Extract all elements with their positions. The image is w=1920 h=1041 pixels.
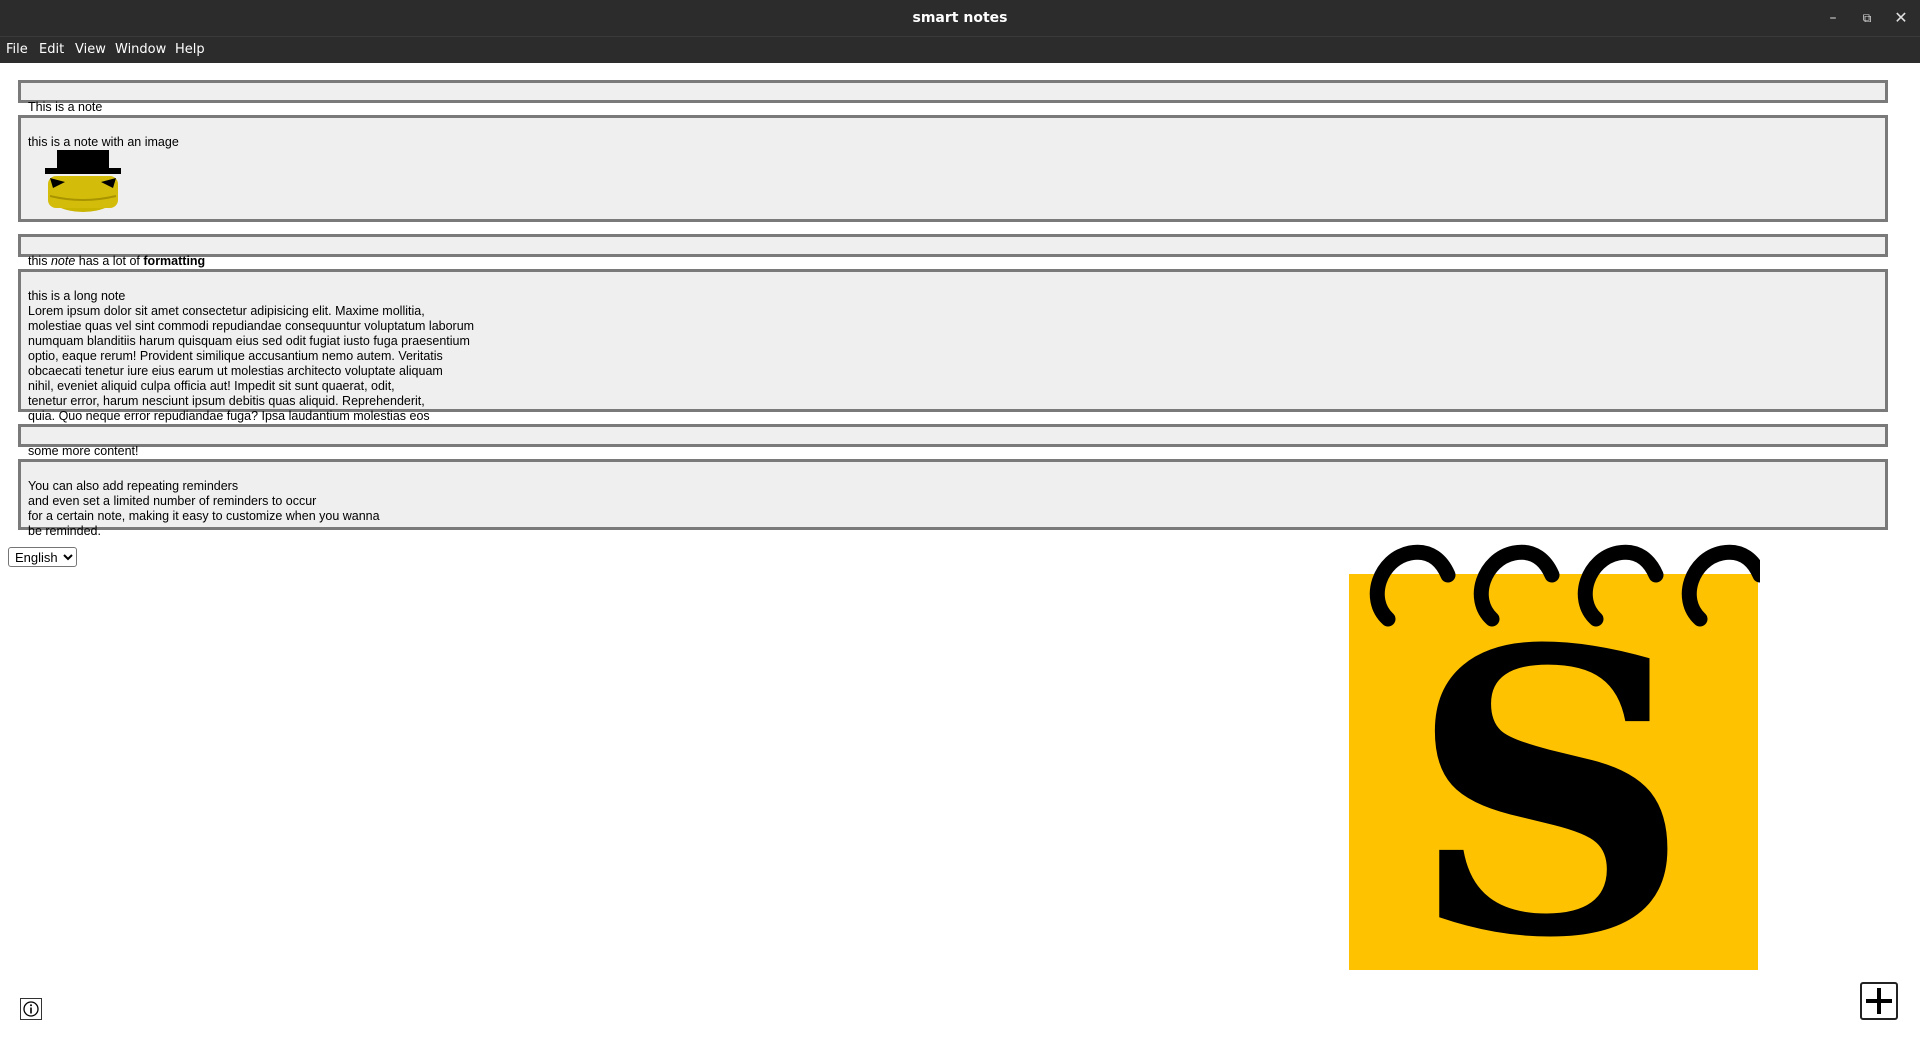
menu-bar: File Edit View Window Help [0,36,1920,63]
note-text: this is a note with an image [28,135,179,149]
hat-face-picture [45,150,121,212]
menu-help[interactable]: Help [175,41,205,59]
menu-view[interactable]: View [75,41,106,59]
note-card[interactable]: some more content! [18,424,1888,458]
note-text: This is a note [28,100,103,114]
menu-file[interactable]: File [6,41,28,59]
menu-edit[interactable]: Edit [39,41,64,59]
note-card-with-image[interactable]: this is a note with an image [18,115,1888,222]
note-card[interactable]: this note has a lot of formatting [18,234,1888,268]
info-button[interactable] [20,998,42,1020]
restore-icon[interactable]: ⧉ [1857,8,1877,28]
note-text: You can also add repeating reminders and… [28,479,380,538]
window-title: smart notes [912,10,1008,26]
note-text: this is a long note Lorem ipsum dolor si… [28,289,475,423]
note-card[interactable]: this is a long note Lorem ipsum dolor si… [18,269,1888,423]
note-card[interactable]: You can also add repeating reminders and… [18,459,1888,538]
title-bar: smart notes – ⧉ ✕ [0,0,1920,36]
add-note-button[interactable] [1860,982,1898,1020]
minimize-icon[interactable]: – [1823,8,1843,28]
notes-area: This is a note this is a note with an im… [0,63,1920,1041]
plus-icon [1866,988,1892,1014]
menu-window[interactable]: Window [115,41,166,59]
info-icon [23,1001,39,1017]
note-text: some more content! [28,444,139,458]
logo-letter: S [1409,565,1691,971]
note-text: this [28,254,51,268]
note-italic-text: note [50,254,76,268]
note-card[interactable]: This is a note [18,80,1888,114]
language-select[interactable]: English [8,547,77,567]
close-icon[interactable]: ✕ [1891,8,1911,28]
note-bold-text: formatting [143,254,206,268]
smart-notes-logo: S [1349,544,1760,971]
note-text: has a lot of [75,254,144,268]
